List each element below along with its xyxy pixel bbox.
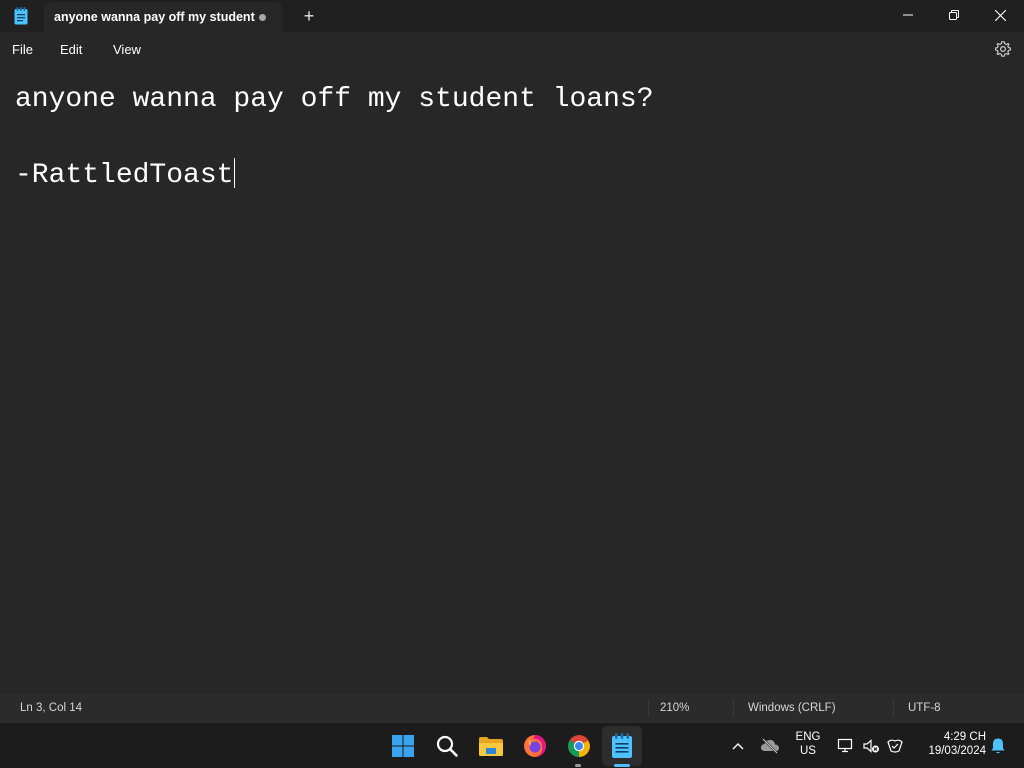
minimize-button[interactable] [885,0,931,30]
taskbar: ENG US 4:29 CH 19/03/2024 [0,722,1024,768]
menu-bar: File Edit View [0,32,1024,66]
close-icon [994,9,1006,21]
running-indicator [575,764,581,767]
firefox-icon [524,735,546,757]
network-button[interactable] [832,732,860,760]
editor-line-text: -RattledToast [15,160,234,191]
encoding: UTF-8 [908,702,941,714]
volume-muted-icon [863,739,879,753]
zoom-level: 210% [660,702,690,714]
minimize-icon [903,14,913,16]
document-tab[interactable]: anyone wanna pay off my student [44,2,282,32]
restore-button[interactable] [931,0,977,30]
text-caret [234,158,236,188]
cloud-offline-icon [761,738,779,754]
close-button[interactable] [977,0,1023,30]
firefox-button[interactable] [521,732,549,760]
battery-icon [887,739,903,753]
notifications-button[interactable] [984,732,1012,760]
line-ending: Windows (CRLF) [748,702,836,714]
file-explorer-button[interactable] [477,732,505,760]
menu-view[interactable]: View [113,42,141,57]
chrome-icon [568,735,590,757]
keyboard-region: US [800,745,816,757]
notepad-button[interactable] [608,732,636,760]
start-button[interactable] [389,732,417,760]
menu-file[interactable]: File [12,42,33,57]
file-explorer-icon [479,737,503,756]
search-icon [436,735,458,757]
editor-line: anyone wanna pay off my student loans? [15,84,654,115]
onedrive-button[interactable] [756,732,784,760]
cursor-position: Ln 3, Col 14 [20,702,83,714]
new-tab-button[interactable]: + [298,5,320,27]
status-divider [733,699,734,717]
language-indicator[interactable]: ENG US [790,731,826,757]
battery-button[interactable] [881,732,909,760]
windows-start-icon [392,735,414,757]
clock[interactable]: 4:29 CH 19/03/2024 [914,731,986,757]
status-divider [893,699,894,717]
notification-bell-icon [991,738,1005,754]
status-divider [648,699,649,717]
notepad-app-icon [14,7,28,25]
tab-title: anyone wanna pay off my student [54,10,255,24]
unsaved-indicator-icon[interactable] [259,14,266,21]
chrome-button[interactable] [565,732,593,760]
settings-gear-icon[interactable] [994,40,1012,58]
text-editor-area[interactable]: anyone wanna pay off my student loans? -… [0,66,1024,692]
editor-line: -RattledToast [15,158,236,191]
status-bar: Ln 3, Col 14 210% Windows (CRLF) UTF-8 [0,692,1024,722]
chevron-up-icon [732,743,744,750]
notepad-icon [612,733,632,758]
date: 19/03/2024 [928,745,986,757]
time: 4:29 CH [943,731,986,743]
network-disconnected-icon [837,738,853,753]
menu-edit[interactable]: Edit [60,42,82,57]
active-indicator [614,764,630,767]
title-bar: anyone wanna pay off my student + [0,0,1024,32]
show-hidden-icons-button[interactable] [724,732,752,760]
search-button[interactable] [433,732,461,760]
restore-icon [949,10,959,20]
language-code: ENG [795,731,821,743]
